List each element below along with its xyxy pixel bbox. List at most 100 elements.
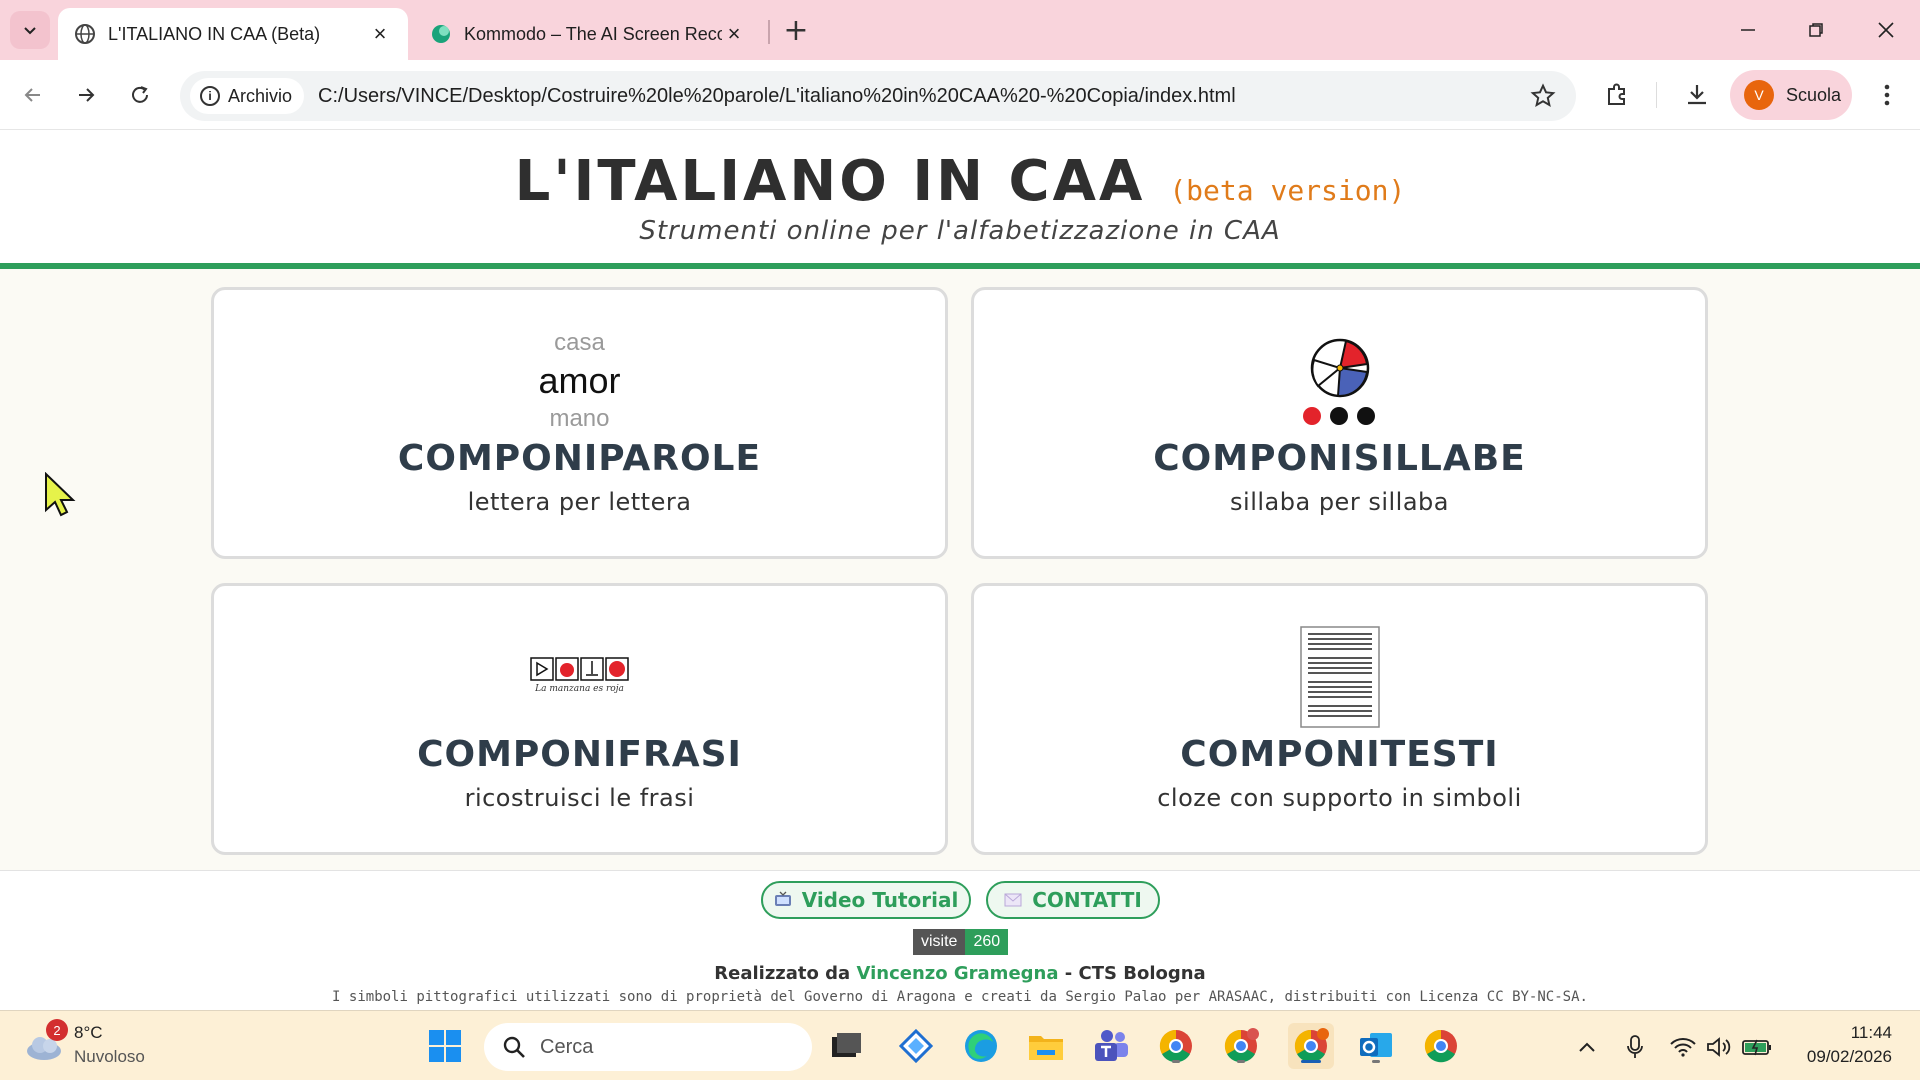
url-text[interactable]: C:/Users/VINCE/Desktop/Costruire%20le%20… [318,85,1236,108]
taskbar-file-explorer[interactable] [1023,1023,1069,1069]
site-info-chip[interactable]: i Archivio [190,78,305,114]
search-placeholder: Cerca [540,1035,594,1058]
close-icon [1878,22,1894,38]
visits-count: 260 [965,929,1009,955]
running-indicator [1172,1060,1180,1063]
browser-toolbar: i Archivio C:/Users/VINCE/Desktop/Costru… [0,60,1920,130]
site-subtitle: Strumenti online per l'alfabetizzazione … [639,216,1281,246]
volume-button[interactable] [1703,1031,1735,1063]
bookmark-star-icon[interactable] [1530,83,1556,109]
running-indicator [1372,1060,1380,1063]
sentence-caption: La manzana es roja [535,684,624,694]
card-componitesti[interactable]: COMPONITESTI cloze con supporto in simbo… [971,583,1708,855]
chrome-icon [1159,1029,1192,1063]
card-componifrasi[interactable]: La manzana es roja COMPONIFRASI ricostru… [211,583,948,855]
profile-name: Scuola [1786,84,1842,105]
tab-italiano-caa[interactable]: L'ITALIANO IN CAA (Beta) × [58,8,408,60]
speaker-icon [1707,1037,1731,1057]
close-window-button[interactable] [1852,0,1920,60]
task-view-button[interactable] [823,1023,869,1069]
outlook-icon [1360,1033,1392,1057]
menu-button[interactable] [1866,74,1908,116]
extensions-button[interactable] [1596,74,1638,116]
tab-kommodo[interactable]: Kommodo – The AI Screen Recorder × [414,8,762,60]
credits-suffix: - CTS Bologna [1064,963,1206,984]
taskbar-teams[interactable] [1088,1023,1134,1069]
visits-label: visite [913,929,966,955]
taskbar-outlook[interactable] [1353,1023,1399,1069]
license-text: I simboli pittografici utilizzati sono d… [332,989,1588,1005]
visits-badge: visite 260 [913,929,1009,955]
author-link[interactable]: Vincenzo Gramegna [856,963,1058,984]
info-icon: i [200,86,220,106]
arrow-right-icon [79,88,95,102]
profile-button[interactable]: V Scuola [1730,70,1852,120]
taskbar-chrome-2[interactable] [1218,1023,1264,1069]
tab-title: L'ITALIANO IN CAA (Beta) [108,23,321,44]
show-hidden-icons-button[interactable] [1571,1031,1603,1063]
taskbar-chrome-active[interactable] [1288,1023,1334,1069]
sentence-symbols-icon [529,657,629,681]
contacts-label: CONTATTI [1032,888,1142,912]
minimize-icon [1741,29,1755,31]
video-tutorial-button[interactable]: Video Tutorial [761,881,971,919]
minimize-button[interactable] [1714,0,1782,60]
download-icon [1688,85,1706,105]
word-mano: mano [549,405,610,432]
card-subtitle: sillaba per sillaba [1230,488,1449,516]
back-button[interactable] [12,74,54,116]
teams-icon [1095,1030,1128,1061]
weather-text: 8°C Nuvoloso [74,1021,145,1069]
taskbar-edge[interactable] [958,1023,1004,1069]
word-amor: amor [538,360,621,401]
card-title: COMPONISILLABE [1153,438,1526,479]
tab-strip: L'ITALIANO IN CAA (Beta) × Kommodo – The… [0,0,1920,60]
wifi-icon [1670,1038,1696,1057]
microphone-button[interactable] [1619,1031,1651,1063]
battery-button[interactable] [1741,1031,1773,1063]
taskbar-chrome-1[interactable] [1153,1023,1199,1069]
taskbar: 2 8°C Nuvoloso Cerca 11:44 09/02/2026 [0,1010,1920,1080]
close-tab-icon[interactable]: × [722,21,746,46]
clock-date: 09/02/2026 [1806,1047,1892,1066]
weather-badge: 2 [46,1019,68,1041]
new-tab-button[interactable]: + [778,12,814,48]
taskbar-chrome-3[interactable] [1418,1023,1464,1069]
avatar: V [1744,80,1774,110]
contacts-button[interactable]: CONTATTI [986,881,1160,919]
weather-widget[interactable]: 2 8°C Nuvoloso [24,1019,145,1069]
words-graphic: casa amor mano [214,324,945,438]
site-title: L'ITALIANO IN CAA (beta version) [0,149,1920,214]
card-componisillabe[interactable]: COMPONISILLABE sillaba per sillaba [971,287,1708,559]
windows-logo-icon [429,1030,461,1062]
folder-icon [1029,1036,1063,1060]
kebab-menu-icon [1884,84,1890,106]
card-title: COMPONIPAROLE [397,438,762,479]
downloads-button[interactable] [1676,74,1718,116]
chrome-icon [1224,1028,1259,1063]
chrome-icon [1424,1029,1457,1063]
clock-time: 11:44 [1850,1023,1892,1042]
kommodo-logo-icon [432,25,450,43]
wifi-button[interactable] [1667,1031,1699,1063]
tab-list-button[interactable] [10,11,50,49]
chrome-icon [1294,1028,1329,1063]
close-tab-icon[interactable]: × [368,21,392,46]
credits-line: Realizzato da Vincenzo Gramegna - CTS Bo… [0,963,1920,984]
forward-button[interactable] [65,74,107,116]
address-bar[interactable]: i Archivio C:/Users/VINCE/Desktop/Costru… [180,71,1576,121]
globe-icon [75,24,95,44]
clock[interactable]: 11:44 09/02/2026 [1807,1021,1892,1069]
site-title-main: L'ITALIANO IN CAA [514,149,1146,214]
edge-icon [965,1030,997,1062]
document-graphic [974,626,1705,728]
taskbar-app-pinned-blue[interactable] [893,1023,939,1069]
restore-button[interactable] [1782,0,1850,60]
taskbar-search[interactable]: Cerca [484,1023,812,1071]
reload-button[interactable] [119,74,161,116]
syllable-dots-icon [1302,407,1375,425]
card-componiparole[interactable]: casa amor mano COMPONIPAROLE lettera per… [211,287,948,559]
web-page: L'ITALIANO IN CAA (beta version) Strument… [0,131,1920,1010]
start-button[interactable] [422,1023,468,1069]
reload-icon [132,86,148,103]
